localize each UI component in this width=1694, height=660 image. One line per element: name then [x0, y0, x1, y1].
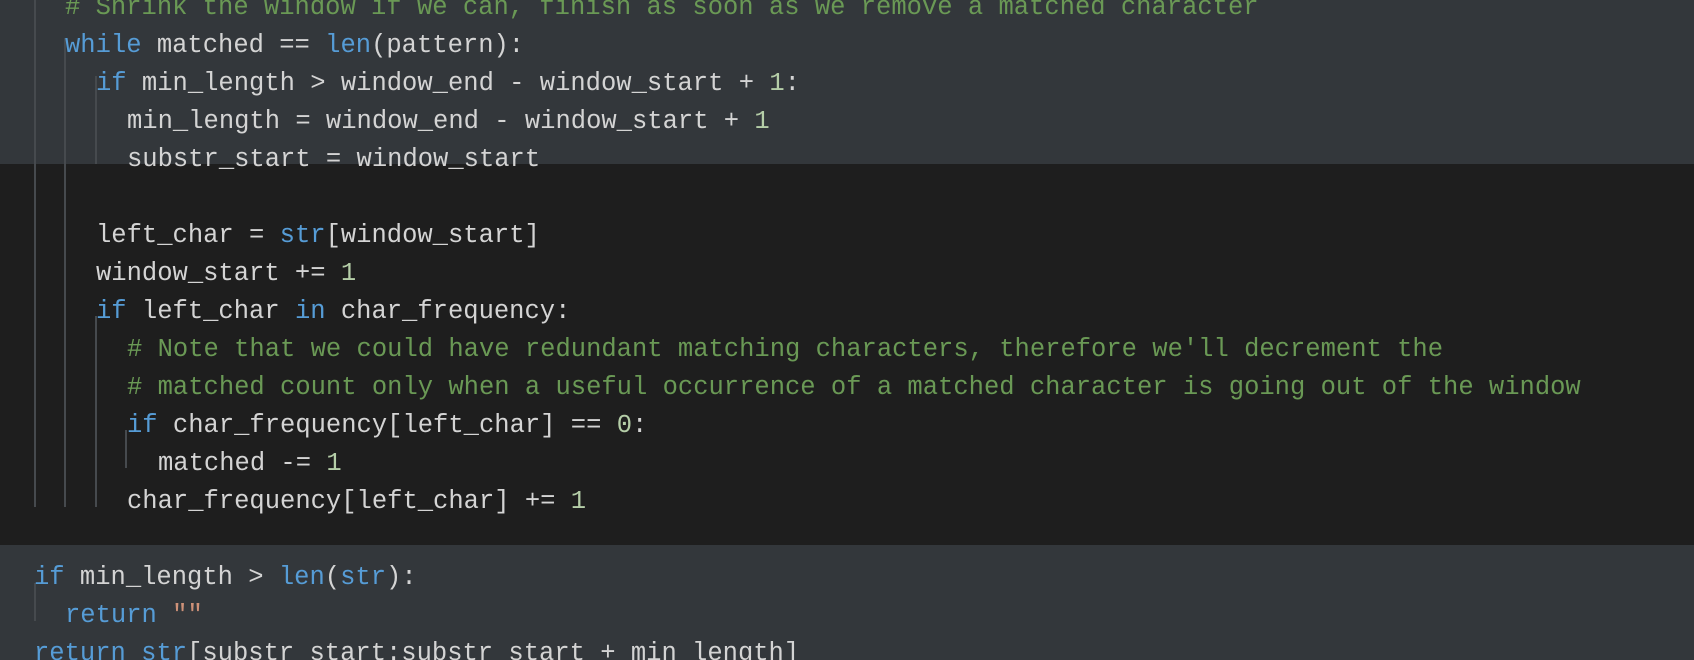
code-token: char_frequency[left_char] ==: [157, 411, 617, 440]
keyword-token: return: [34, 639, 126, 660]
string-token: "": [172, 601, 203, 630]
code-token: (pattern):: [371, 31, 525, 60]
number-token: 1: [340, 259, 357, 288]
keyword-token: if: [34, 563, 65, 592]
code-token: window_start +=: [96, 259, 341, 288]
builtin-token: str: [340, 563, 387, 592]
keyword-token: if: [127, 411, 158, 440]
number-token: 1: [769, 69, 785, 98]
indent-guide: [34, 0, 36, 507]
code-token: ):: [386, 563, 417, 592]
code-token: min_length >: [64, 563, 279, 592]
code-line: if min_length > window_end - window_star…: [96, 65, 800, 103]
keyword-token: return: [65, 601, 157, 630]
indent-guide: [95, 316, 97, 507]
code-line: substr_start = window_start: [127, 141, 540, 179]
code-line: left_char = str[window_start]: [96, 217, 540, 255]
code-line: if char_frequency[left_char] == 0:: [127, 407, 647, 445]
builtin-token: str: [141, 639, 188, 660]
code-line: return str[substr_start:substr_start + m…: [34, 635, 799, 660]
code-line: window_start += 1: [96, 255, 356, 293]
code-token: substr_start = window_start: [127, 145, 541, 174]
code-token: char_frequency[left_char] +=: [127, 487, 571, 516]
keyword-token: if: [96, 297, 127, 326]
code-line: # matched count only when a useful occur…: [127, 369, 1581, 407]
code-line: matched -= 1: [158, 445, 342, 483]
builtin-token: str: [279, 221, 326, 250]
code-line: min_length = window_end - window_start +…: [127, 103, 770, 141]
comment-token: # Shrink the window if we can, finish as…: [65, 0, 1259, 22]
code-token: char_frequency:: [325, 297, 571, 326]
code-line: return "": [65, 597, 203, 635]
code-token: min_length = window_end - window_start +: [127, 107, 755, 136]
builtin-token: len: [278, 563, 325, 592]
code-token: matched ==: [141, 31, 326, 60]
keyword-token: in: [294, 297, 326, 326]
code-line: while matched == len(pattern):: [65, 27, 524, 65]
code-token: (: [324, 563, 341, 592]
number-token: 0: [616, 411, 632, 440]
keyword-token: if: [96, 69, 127, 98]
comment-token: # Note that we could have redundant matc…: [127, 335, 1444, 364]
code-line: # Note that we could have redundant matc…: [127, 331, 1443, 369]
number-token: 1: [570, 487, 587, 516]
code-line: char_frequency[left_char] += 1: [127, 483, 586, 521]
code-line: if min_length > len(str):: [34, 559, 417, 597]
builtin-token: len: [325, 31, 372, 60]
code-token: [substr_start:substr_start + min_length]: [187, 639, 800, 660]
code-token: :: [632, 411, 648, 440]
keyword-token: while: [65, 31, 142, 60]
code-editor[interactable]: # Shrink the window if we can, finish as…: [0, 0, 1694, 660]
code-line: # Shrink the window if we can, finish as…: [65, 0, 1259, 27]
code-token: left_char =: [96, 221, 280, 250]
code-token: [window_start]: [325, 221, 540, 250]
comment-token: # matched count only when a useful occur…: [127, 373, 1581, 402]
number-token: 1: [326, 449, 342, 478]
code-token: left_char: [126, 297, 295, 326]
code-line: if left_char in char_frequency:: [96, 293, 570, 331]
number-token: 1: [754, 107, 770, 136]
indent-guide: [64, 38, 66, 507]
code-token: min_length > window_end - window_start +: [126, 69, 770, 98]
code-token: matched -=: [158, 449, 327, 478]
code-token: :: [784, 69, 800, 98]
